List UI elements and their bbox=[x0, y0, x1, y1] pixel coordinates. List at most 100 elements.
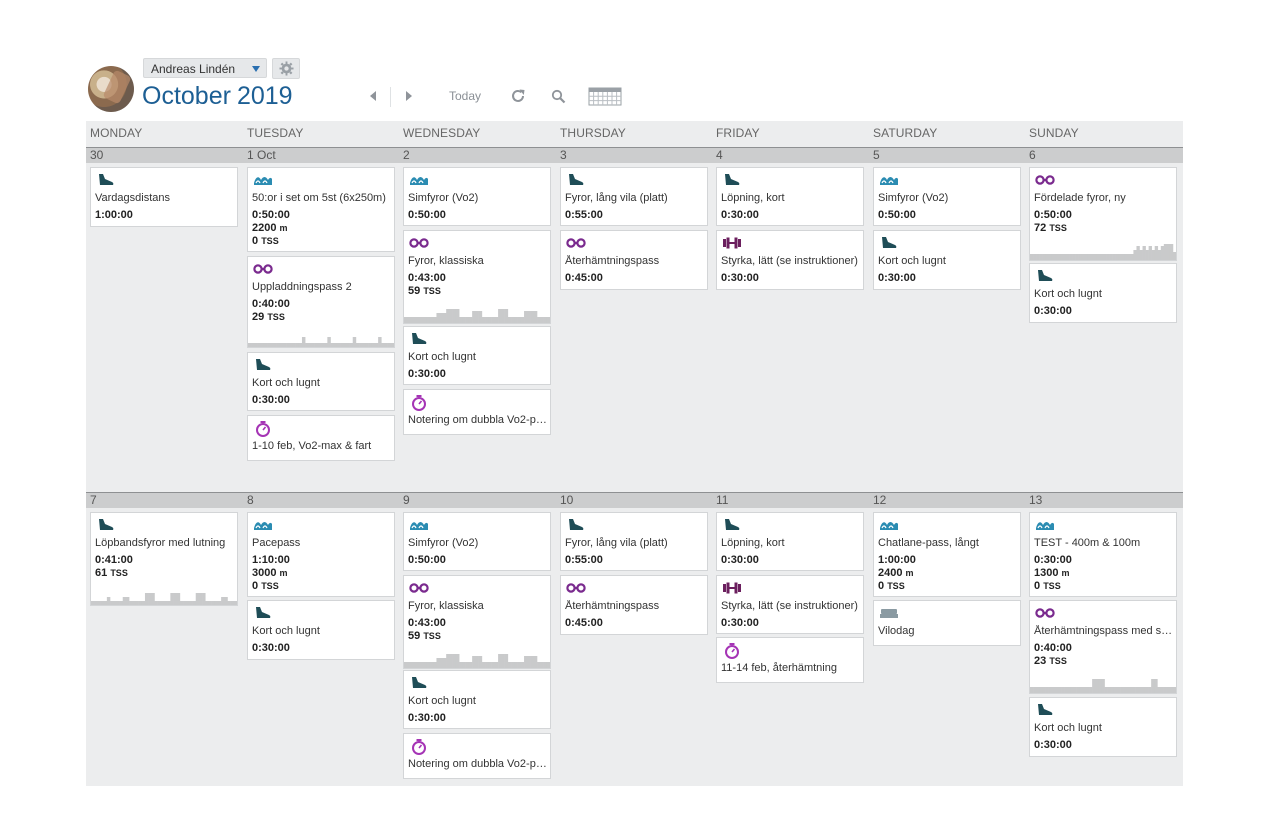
workout-card[interactable]: Återhämtningspass med stegringar 0:40:002… bbox=[1029, 600, 1177, 694]
workout-title: 50:or i set om 5st (6x250m) bbox=[252, 192, 386, 204]
run-shoe-icon bbox=[409, 676, 427, 690]
refresh-button[interactable] bbox=[506, 82, 530, 110]
workout-distance: 1300 m bbox=[1034, 567, 1070, 579]
tss-value: 29 bbox=[252, 311, 265, 323]
workout-card[interactable]: Löpbandsfyror med lutning 0:41:00 61 TSS bbox=[90, 512, 238, 606]
workout-tss: 23 TSS bbox=[1034, 655, 1067, 667]
tss-value: 61 bbox=[95, 567, 108, 579]
workout-card[interactable]: Vilodag bbox=[873, 600, 1021, 646]
avatar[interactable] bbox=[88, 66, 134, 112]
workout-card[interactable]: Löpning, kort 0:30:00 bbox=[716, 512, 864, 571]
tss-unit: TSS bbox=[1049, 656, 1067, 666]
bike-icon bbox=[566, 581, 586, 595]
day-date[interactable]: 11 bbox=[716, 493, 728, 508]
day-date[interactable]: 3 bbox=[560, 148, 567, 163]
distance-unit: m bbox=[1061, 568, 1070, 578]
workout-duration: 0:45:00 bbox=[565, 617, 603, 629]
workout-card[interactable]: Fyror, klassiska 0:43:00 59 TSS bbox=[403, 575, 551, 669]
tss-unit: TSS bbox=[423, 286, 441, 296]
workout-title: Fördelade fyror, ny bbox=[1034, 192, 1126, 204]
settings-button[interactable] bbox=[272, 58, 300, 79]
workout-card[interactable]: Fyror, lång vila (platt) 0:55:00 bbox=[560, 167, 708, 226]
workout-card[interactable]: Simfyror (Vo2) 0:50:00 bbox=[403, 167, 551, 226]
workout-card[interactable]: Simfyror (Vo2) 0:50:00 bbox=[403, 512, 551, 571]
workout-card[interactable]: Återhämtningspass 0:45:00 bbox=[560, 230, 708, 290]
user-select[interactable]: Andreas Lindén bbox=[143, 58, 267, 78]
day-date[interactable]: 13 bbox=[1029, 493, 1042, 508]
tss-unit: TSS bbox=[887, 581, 905, 591]
distance-unit: m bbox=[279, 223, 288, 233]
workout-card[interactable]: Vardagsdistans 1:00:00 bbox=[90, 167, 238, 227]
workout-duration: 0:50:00 bbox=[252, 209, 290, 221]
workout-tss: 59 TSS bbox=[408, 630, 441, 642]
workout-duration: 0:45:00 bbox=[565, 272, 603, 284]
chevron-left-icon bbox=[370, 91, 376, 101]
workout-card[interactable]: Fördelade fyror, ny 0:50:00 72 TSS bbox=[1029, 167, 1177, 261]
day-date[interactable]: 10 bbox=[560, 493, 573, 508]
day-date[interactable]: 8 bbox=[247, 493, 254, 508]
workout-duration: 0:30:00 bbox=[1034, 554, 1072, 566]
workout-duration: 1:00:00 bbox=[95, 209, 133, 221]
workout-card[interactable]: Styrka, lätt (se instruktioner) 0:30:00 bbox=[716, 230, 864, 290]
workout-card[interactable]: Fyror, lång vila (platt) 0:55:00 bbox=[560, 512, 708, 571]
workout-card[interactable]: Kort och lugnt 0:30:00 bbox=[247, 600, 395, 660]
workout-card[interactable]: Kort och lugnt 0:30:00 bbox=[403, 670, 551, 729]
workout-duration: 1:00:00 bbox=[878, 554, 916, 566]
search-button[interactable] bbox=[546, 82, 570, 110]
today-button[interactable]: Today bbox=[442, 82, 488, 110]
tss-unit: TSS bbox=[261, 581, 279, 591]
workout-card[interactable]: Löpning, kort 0:30:00 bbox=[716, 167, 864, 226]
run-shoe-icon bbox=[96, 518, 114, 532]
run-shoe-icon bbox=[1035, 703, 1053, 717]
workout-tss: 0 TSS bbox=[252, 580, 279, 592]
workout-title: Fyror, lång vila (platt) bbox=[565, 537, 668, 549]
workout-card[interactable]: 50:or i set om 5st (6x250m) 0:50:00 2200 m… bbox=[247, 167, 395, 252]
workout-card[interactable]: Kort och lugnt 0:30:00 bbox=[1029, 263, 1177, 323]
workout-card[interactable]: Kort och lugnt 0:30:00 bbox=[873, 230, 1021, 290]
day-date[interactable]: 12 bbox=[873, 493, 886, 508]
day-date[interactable]: 7 bbox=[90, 493, 97, 508]
day-date[interactable]: 9 bbox=[403, 493, 410, 508]
calendar-note-card[interactable]: Notering om dubbla Vo2-pass bbox=[403, 389, 551, 435]
bike-icon bbox=[409, 581, 429, 595]
run-shoe-icon bbox=[1035, 269, 1053, 283]
workout-duration: 0:40:00 bbox=[252, 298, 290, 310]
calendar-view-button[interactable] bbox=[586, 82, 624, 110]
day-date[interactable]: 2 bbox=[403, 148, 410, 163]
workout-card[interactable]: Pacepass 1:10:00 3000 m0 TSS bbox=[247, 512, 395, 597]
swim-icon bbox=[253, 173, 272, 187]
workout-card[interactable]: Återhämtningspass 0:45:00 bbox=[560, 575, 708, 635]
workout-duration: 0:30:00 bbox=[252, 642, 290, 654]
workout-card[interactable]: Chatlane-pass, långt 1:00:00 2400 m0 TSS bbox=[873, 512, 1021, 597]
bike-icon bbox=[566, 236, 586, 250]
workout-title: Återhämtningspass bbox=[565, 600, 660, 612]
workout-card[interactable]: Kort och lugnt 0:30:00 bbox=[403, 326, 551, 385]
calendar-note-card[interactable]: 1-10 feb, Vo2-max & fart bbox=[247, 415, 395, 461]
calendar-note-card[interactable]: 11-14 feb, återhämtning bbox=[716, 637, 864, 683]
run-shoe-icon bbox=[566, 173, 584, 187]
day-date[interactable]: 5 bbox=[873, 148, 880, 163]
swim-icon bbox=[1035, 518, 1054, 532]
workout-card[interactable]: Kort och lugnt 0:30:00 bbox=[1029, 697, 1177, 757]
chevron-right-icon bbox=[406, 91, 412, 101]
workout-title: Löpning, kort bbox=[721, 537, 785, 549]
workout-card[interactable]: Kort och lugnt 0:30:00 bbox=[247, 352, 395, 411]
next-button[interactable] bbox=[398, 82, 420, 110]
workout-title: Simfyror (Vo2) bbox=[878, 192, 949, 204]
workout-card[interactable]: Simfyror (Vo2) 0:50:00 bbox=[873, 167, 1021, 226]
tss-unit: TSS bbox=[261, 236, 279, 246]
workout-title: Kort och lugnt bbox=[408, 351, 476, 363]
day-date[interactable]: 30 bbox=[90, 148, 103, 163]
workout-card[interactable]: Styrka, lätt (se instruktioner) 0:30:00 bbox=[716, 575, 864, 634]
workout-card[interactable]: Uppladdningspass 2 0:40:00 29 TSS bbox=[247, 256, 395, 348]
day-date[interactable]: 1 Oct bbox=[247, 148, 276, 163]
day-date[interactable]: 4 bbox=[716, 148, 723, 163]
day-date[interactable]: 6 bbox=[1029, 148, 1036, 163]
workout-card[interactable]: Fyror, klassiska 0:43:00 59 TSS bbox=[403, 230, 551, 324]
prev-button[interactable] bbox=[362, 82, 384, 110]
workout-card[interactable]: TEST - 400m & 100m 0:30:00 1300 m0 TSS bbox=[1029, 512, 1177, 597]
tss-unit: TSS bbox=[1049, 223, 1067, 233]
workout-title: Vardagsdistans bbox=[95, 192, 171, 204]
intensity-graph bbox=[248, 337, 394, 347]
calendar-note-card[interactable]: Notering om dubbla Vo2-pass bbox=[403, 733, 551, 779]
